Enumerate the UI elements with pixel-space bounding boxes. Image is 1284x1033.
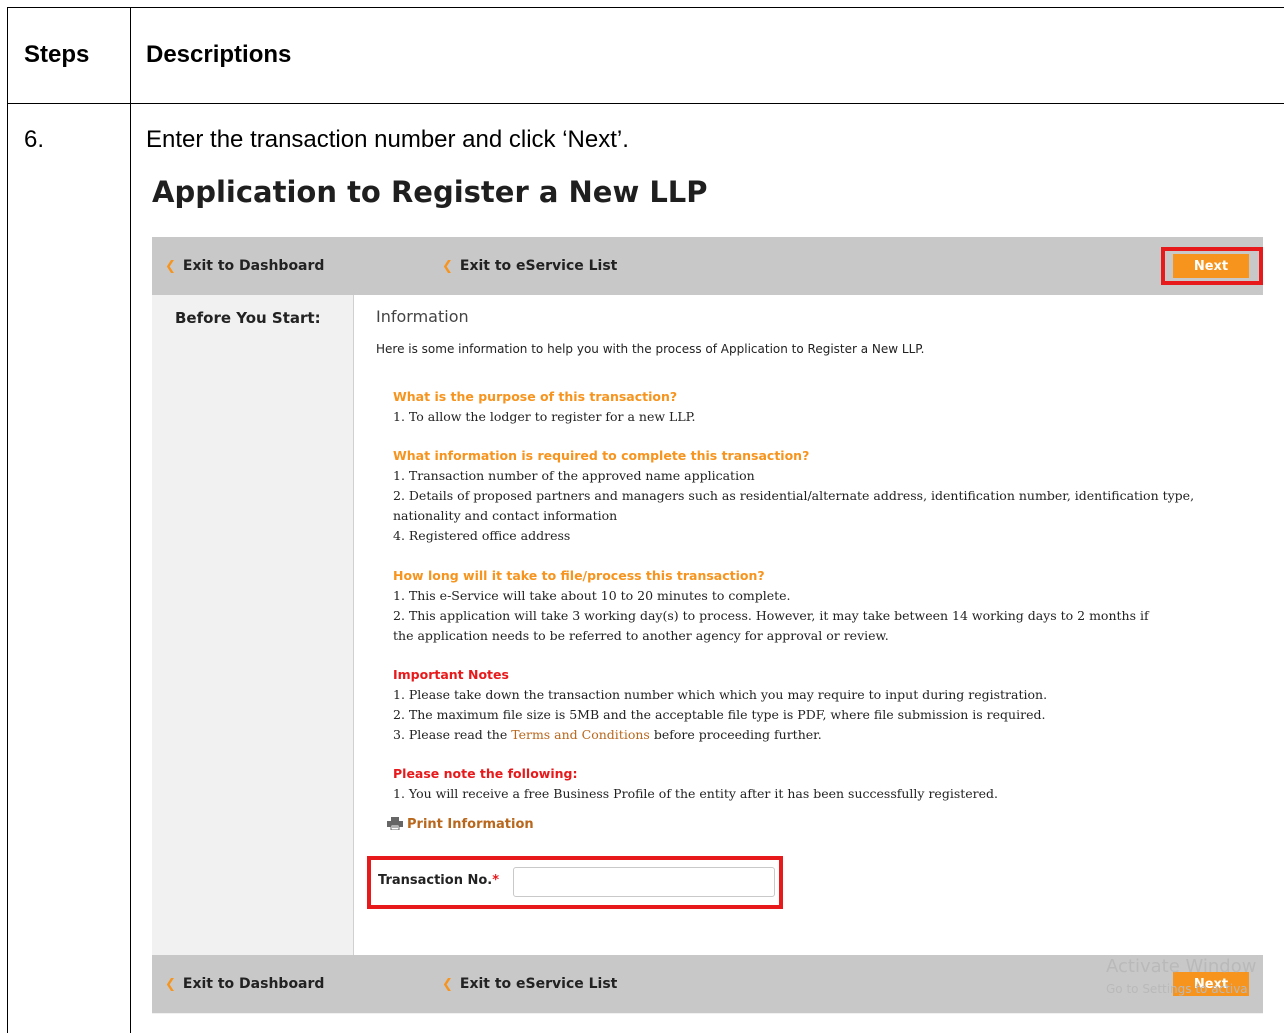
- required-info-section: What information is required to complete…: [393, 446, 1253, 546]
- transaction-label-text: Transaction No.: [378, 873, 493, 888]
- purpose-section: What is the purpose of this transaction?…: [393, 387, 1253, 427]
- required-info-line: 1. Transaction number of the approved na…: [393, 468, 755, 483]
- terms-prefix: 3. Please read the: [393, 727, 508, 742]
- duration-line: 1. This e-Service will take about 10 to …: [393, 588, 791, 603]
- exit-dashboard-label: Exit to Dashboard: [182, 258, 325, 274]
- bottom-nav-bar: ❮ Exit to Dashboard ❮ Exit to eService Lis…: [152, 955, 1263, 1013]
- chevron-left-icon: ❮: [165, 977, 176, 992]
- duration-line: the application needs to be referred to …: [393, 628, 889, 643]
- terms-link[interactable]: Terms and Conditions: [511, 727, 650, 742]
- please-note-heading: Please note the following:: [393, 766, 578, 781]
- purpose-line: 1. To allow the lodger to register for a…: [393, 409, 696, 424]
- header-descriptions: Descriptions: [146, 41, 292, 68]
- table-border-left: [7, 7, 8, 1033]
- required-info-line: 4. Registered office address: [393, 528, 571, 543]
- please-note-line: 1. You will receive a free Business Prof…: [393, 786, 999, 801]
- chevron-left-icon: ❮: [165, 259, 176, 274]
- exit-dashboard-link-top[interactable]: ❮ Exit to Dashboard: [165, 237, 324, 295]
- activation-watermark-subtitle: Go to Settings to activa: [1106, 982, 1248, 996]
- important-notes-line: 1. Please take down the transaction numb…: [393, 687, 1048, 702]
- step-number: 6.: [24, 126, 45, 153]
- main-content: Information Here is some information to …: [353, 295, 1264, 955]
- next-button-top[interactable]: Next: [1173, 254, 1249, 278]
- printer-icon: [387, 817, 403, 830]
- important-notes-section: Important Notes 1. Please take down the …: [393, 665, 1253, 745]
- chevron-left-icon: ❮: [442, 977, 453, 992]
- page-title: Application to Register a New LLP: [152, 175, 708, 209]
- terms-suffix: before proceeding further.: [653, 727, 822, 742]
- required-asterisk: *: [492, 873, 500, 888]
- important-notes-line: 2. The maximum file size is 5MB and the …: [393, 707, 1046, 722]
- info-intro: Here is some information to help you wit…: [376, 342, 925, 356]
- activation-watermark-title: Activate Window: [1106, 956, 1257, 977]
- sidebar: Before You Start:: [152, 295, 352, 955]
- step-description: Enter the transaction number and click ‘…: [146, 126, 629, 153]
- print-information-link[interactable]: Print Information: [387, 817, 534, 832]
- chevron-left-icon: ❮: [442, 259, 453, 274]
- print-information-label: Print Information: [407, 817, 534, 832]
- info-heading: Information: [376, 307, 469, 326]
- top-nav-bar: ❮ Exit to Dashboard ❮ Exit to eService Lis…: [152, 237, 1263, 295]
- required-info-line: 2. Details of proposed partners and mana…: [393, 488, 1195, 503]
- duration-section: How long will it take to file/process th…: [393, 566, 1253, 646]
- important-notes-line: 3. Please read the Terms and Conditions …: [393, 725, 1253, 745]
- duration-heading: How long will it take to file/process th…: [393, 568, 765, 583]
- exit-eservice-label: Exit to eService List: [459, 258, 618, 274]
- eservice-screenshot: ❮ Exit to Dashboard ❮ Exit to eService Lis…: [152, 237, 1264, 1014]
- header-steps: Steps: [24, 41, 90, 68]
- required-info-heading: What information is required to complete…: [393, 448, 810, 463]
- exit-dashboard-link-bottom[interactable]: ❮ Exit to Dashboard: [165, 955, 324, 1013]
- exit-eservice-label: Exit to eService List: [459, 976, 618, 992]
- exit-eservice-link-bottom[interactable]: ❮ Exit to eService List: [442, 955, 617, 1013]
- table-border-top: [7, 7, 1284, 8]
- important-notes-heading: Important Notes: [393, 667, 509, 682]
- sidebar-label: Before You Start:: [175, 309, 321, 327]
- duration-line: 2. This application will take 3 working …: [393, 608, 1149, 623]
- table-border-header-bottom: [7, 103, 1284, 104]
- exit-dashboard-label: Exit to Dashboard: [182, 976, 325, 992]
- purpose-heading: What is the purpose of this transaction?: [393, 389, 678, 404]
- transaction-number-input[interactable]: [513, 867, 775, 897]
- table-border-column: [130, 7, 131, 1033]
- please-note-section: Please note the following: 1. You will r…: [393, 764, 1253, 804]
- transaction-label: Transaction No.*: [378, 873, 499, 888]
- required-info-line: nationality and contact information: [393, 508, 618, 523]
- exit-eservice-link-top[interactable]: ❮ Exit to eService List: [442, 237, 617, 295]
